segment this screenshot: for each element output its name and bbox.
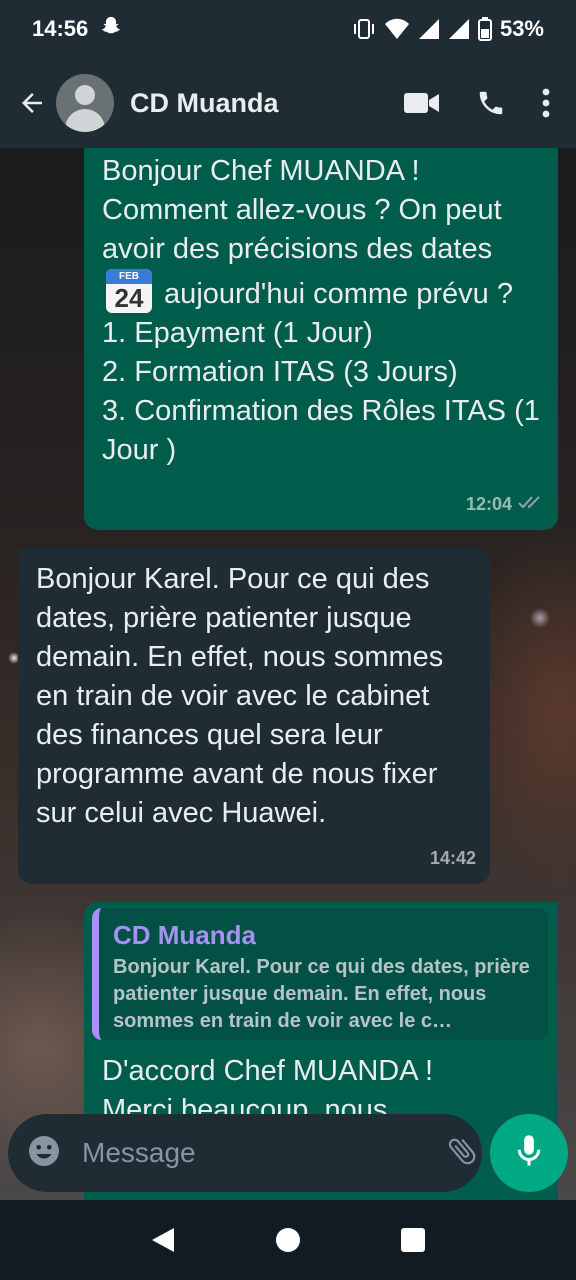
message-time: 12:04 [465,494,512,514]
quoted-author: CD Muanda [113,920,256,950]
nav-back-icon[interactable] [133,1210,193,1270]
chat-area[interactable]: Bonjour Chef MUANDA ! Comment allez-vous… [0,148,576,1200]
battery-icon [477,17,492,41]
message-text: Bonjour Chef MUANDA ! Comment allez-vous… [102,152,540,470]
attachment-icon[interactable] [445,1134,479,1173]
snapchat-ghost-icon [100,15,122,43]
message-text-part: Bonjour Chef MUANDA ! Comment allez-vous… [102,155,502,265]
signal-icon-2 [448,18,470,40]
message-composer [8,1114,546,1192]
status-time: 14:56 [32,16,89,41]
quoted-text: Bonjour Karel. Pour ce qui des dates, pr… [113,956,530,1032]
contact-avatar[interactable] [56,74,114,132]
back-arrow-icon[interactable] [10,81,54,125]
nav-recents-icon[interactable] [383,1210,443,1270]
message-bubble-outgoing[interactable]: Bonjour Chef MUANDA ! Comment allez-vous… [84,148,558,530]
message-text: Bonjour Karel. Pour ce qui des dates, pr… [36,563,444,829]
calendar-emoji-icon: FEB 24 [106,269,152,313]
status-bar: 14:56 53% [0,0,576,58]
message-time: 14:42 [429,848,476,868]
quoted-message[interactable]: CD Muanda Bonjour Karel. Pour ce qui des… [92,908,548,1040]
chat-header: CD Muanda [0,58,576,148]
nav-home-icon[interactable] [258,1210,318,1270]
whatsapp-chat-screen: 14:56 53% CD Muanda Bonjour Chef MUANDA … [0,0,576,1280]
microphone-icon [514,1134,544,1173]
microphone-button[interactable] [490,1114,568,1192]
voice-call-icon[interactable] [476,88,506,118]
message-text-part: aujourd'hui comme prévu ? 1. Epayment (1… [102,278,540,466]
system-navigation-bar [0,1200,576,1280]
message-input[interactable] [80,1136,445,1170]
vibrate-icon [352,18,376,40]
calendar-day: 24 [114,283,144,313]
more-options-icon[interactable] [542,88,550,118]
contact-name[interactable]: CD Muanda [130,88,404,119]
calendar-month: FEB [106,269,152,284]
read-receipt-icon [518,485,544,524]
battery-level: 53% [499,16,544,41]
emoji-icon[interactable] [26,1133,62,1174]
wifi-icon [384,18,410,40]
signal-icon [418,18,440,40]
message-bubble-incoming[interactable]: Bonjour Karel. Pour ce qui des dates, pr… [18,548,490,884]
video-call-icon[interactable] [404,91,440,115]
